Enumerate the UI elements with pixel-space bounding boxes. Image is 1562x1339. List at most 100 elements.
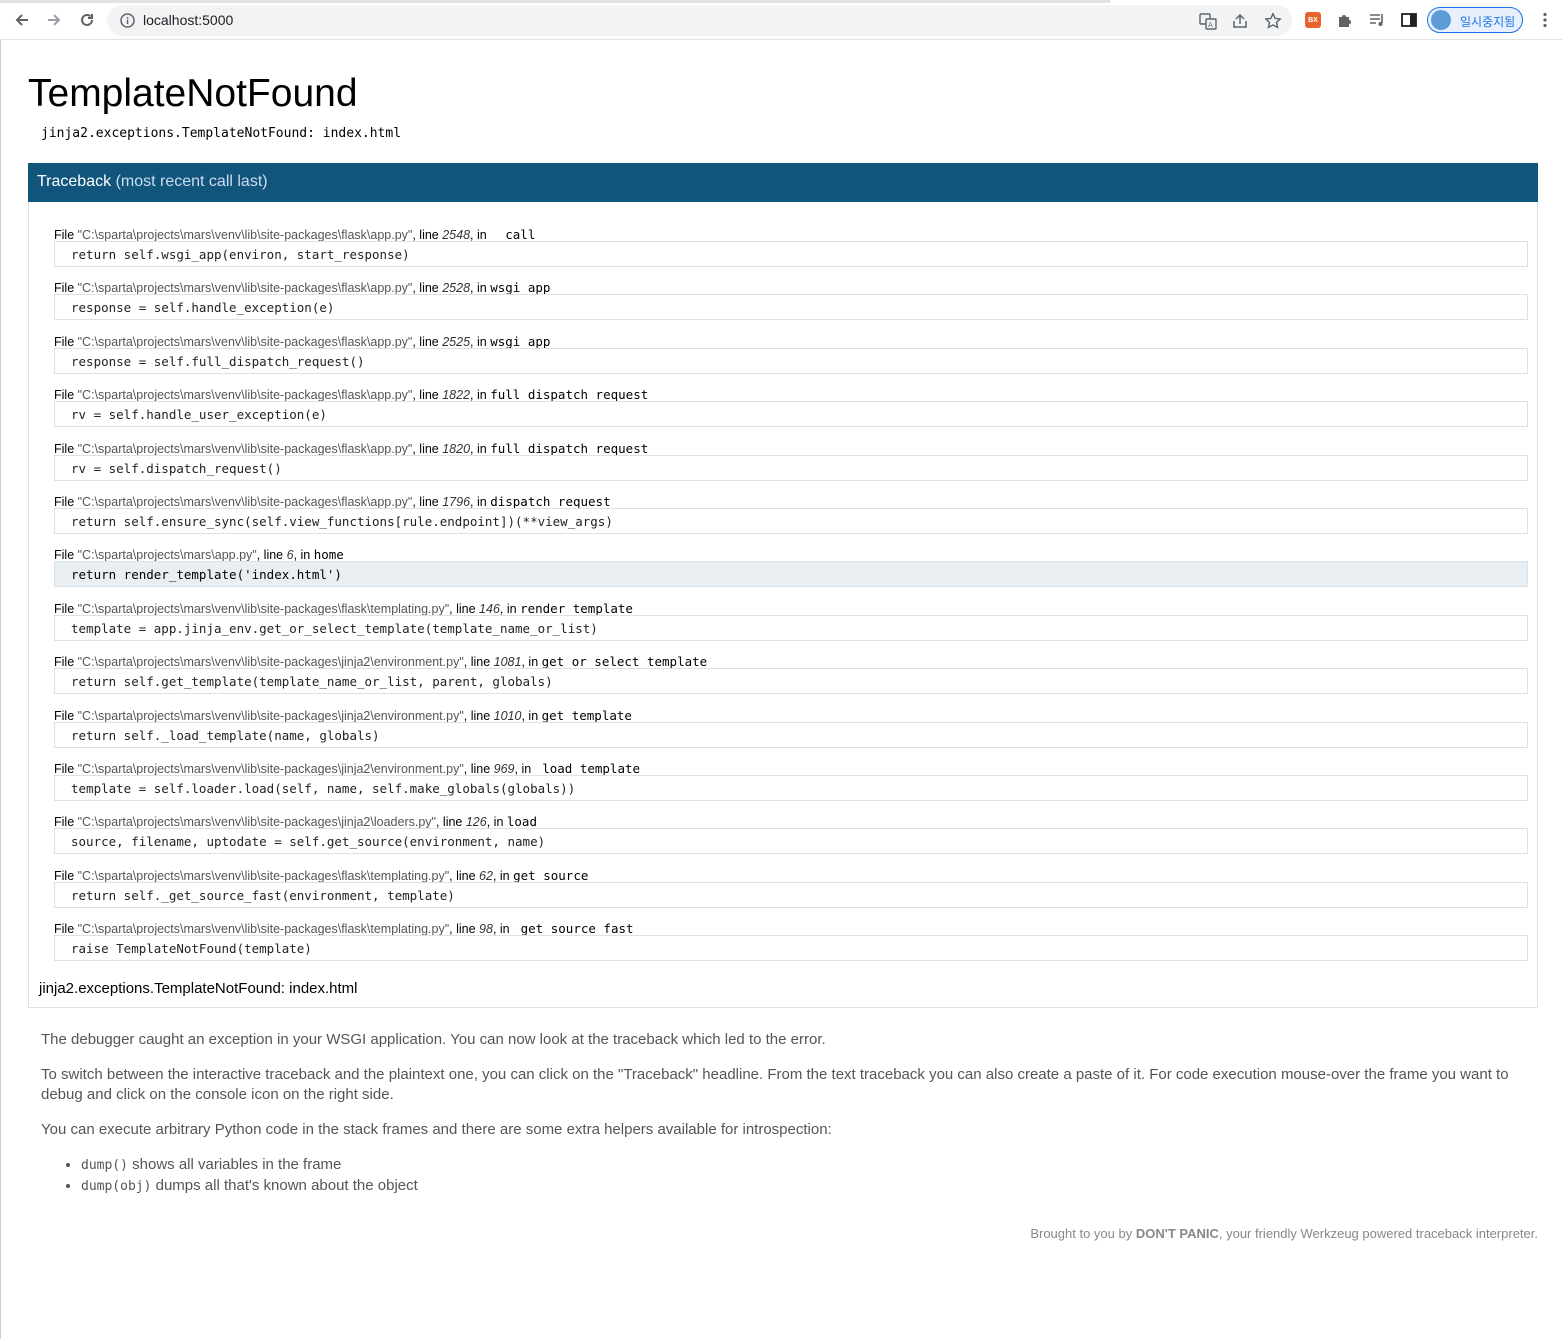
traceback-frames: jinja2.exceptions.TemplateNotFound: inde…: [28, 202, 1538, 1008]
window-border: [0, 40, 1, 1339]
frame-in-label: , in: [470, 388, 491, 402]
frame-function: full_dispatch_request: [490, 441, 649, 456]
url-text[interactable]: localhost:5000: [143, 12, 233, 28]
helper-list: dump() shows all variables in the frame …: [41, 1155, 1531, 1197]
tab-strip: [0, 0, 1110, 3]
frame-line-label: , line: [463, 709, 494, 723]
frame-location: File "C:\sparta\projects\mars\venv\lib\s…: [54, 387, 648, 402]
frame-source-line[interactable]: template = app.jinja_env.get_or_select_t…: [54, 615, 1528, 641]
frame-filename: "C:\sparta\projects\mars\venv\lib\site-p…: [77, 495, 413, 509]
frame-line-label: , line: [412, 442, 443, 456]
frame-file-label: File: [54, 869, 78, 883]
frame-source-line[interactable]: rv = self.dispatch_request(): [54, 455, 1528, 481]
svg-text:A: A: [1208, 21, 1213, 29]
side-panel-icon[interactable]: [1400, 11, 1418, 29]
frame-location: File "C:\sparta\projects\mars\venv\lib\s…: [54, 761, 640, 776]
frame-line-number: 6: [286, 548, 294, 562]
explanation: The debugger caught an exception in your…: [41, 1030, 1531, 1197]
frame-source-line[interactable]: return self.wsgi_app(environ, start_resp…: [54, 241, 1528, 267]
frame-source-line[interactable]: response = self.full_dispatch_request(): [54, 348, 1528, 374]
error-message: jinja2.exceptions.TemplateNotFound: inde…: [41, 126, 402, 141]
frame-source-line[interactable]: raise TemplateNotFound(template): [54, 935, 1528, 961]
frame-in-label: , in: [521, 709, 542, 723]
frame-filename: "C:\sparta\projects\mars\venv\lib\site-p…: [77, 655, 464, 669]
browser-toolbar: localhost:5000 A BX 일시중지됨: [0, 0, 1562, 40]
frame-file-label: File: [54, 228, 78, 242]
frame-filename: "C:\sparta\projects\mars\venv\lib\site-p…: [77, 335, 413, 349]
explanation-paragraph: To switch between the interactive traceb…: [41, 1066, 1509, 1103]
extensions-puzzle-icon[interactable]: [1336, 11, 1354, 29]
frame-source-line[interactable]: return self._load_template(name, globals…: [54, 722, 1528, 748]
frame-location: File "C:\sparta\projects\mars\app.py", l…: [54, 547, 344, 562]
frame-in-label: , in: [470, 335, 491, 349]
media-queue-icon[interactable]: [1368, 11, 1386, 29]
share-icon[interactable]: [1231, 12, 1249, 30]
frame-location: File "C:\sparta\projects\mars\venv\lib\s…: [54, 601, 633, 616]
frame-file-label: File: [54, 495, 78, 509]
frame-source-line[interactable]: return self._get_source_fast(environment…: [54, 882, 1528, 908]
site-info-icon[interactable]: [119, 12, 136, 29]
frame-function: get_template: [541, 708, 632, 723]
frame-function: _load_template: [534, 761, 641, 776]
exception-summary: jinja2.exceptions.TemplateNotFound: inde…: [39, 980, 358, 997]
bookmark-star-icon[interactable]: [1264, 12, 1282, 30]
frame-file-label: File: [54, 709, 78, 723]
frame-source-line[interactable]: template = self.loader.load(self, name, …: [54, 775, 1528, 801]
frame-line-number: 126: [465, 815, 487, 829]
frame-file-label: File: [54, 815, 78, 829]
helper-item: dump(obj) dumps all that's known about t…: [81, 1176, 1531, 1197]
reload-button[interactable]: [76, 9, 98, 31]
frame-location: File "C:\sparta\projects\mars\venv\lib\s…: [54, 494, 611, 509]
traceback-header[interactable]: Traceback (most recent call last): [28, 163, 1538, 202]
frame-file-label: File: [54, 281, 78, 295]
frame-location: File "C:\sparta\projects\mars\venv\lib\s…: [54, 814, 537, 829]
frame-location: File "C:\sparta\projects\mars\venv\lib\s…: [54, 868, 588, 883]
extension-icon[interactable]: BX: [1305, 12, 1321, 28]
frame-source-line[interactable]: return self.ensure_sync(self.view_functi…: [54, 508, 1528, 534]
frame-source-line[interactable]: return render_template('index.html'): [54, 561, 1528, 587]
frame-line-label: , line: [412, 335, 443, 349]
frame-source-line[interactable]: response = self.handle_exception(e): [54, 294, 1528, 320]
frame-source-line[interactable]: source, filename, uptodate = self.get_so…: [54, 828, 1528, 854]
frame-line-label: , line: [412, 228, 443, 242]
frame-line-label: , line: [435, 815, 466, 829]
frame-file-label: File: [54, 548, 78, 562]
frame-file-label: File: [54, 602, 78, 616]
reload-icon: [81, 13, 93, 26]
forward-arrow-icon: [48, 14, 61, 26]
frame-line-label: , line: [463, 655, 494, 669]
frame-line-number: 1820: [442, 442, 471, 456]
frame-line-label: , line: [412, 281, 443, 295]
page-footer: Brought to you by DON'T PANIC, your frie…: [1030, 1226, 1538, 1241]
forward-button[interactable]: [43, 9, 65, 31]
frame-in-label: , in: [470, 442, 491, 456]
frame-location: File "C:\sparta\projects\mars\venv\lib\s…: [54, 280, 550, 295]
footer-brand: DON'T PANIC: [1135, 1226, 1219, 1241]
page-title: TemplateNotFound: [28, 72, 358, 115]
frame-filename: "C:\sparta\projects\mars\venv\lib\site-p…: [77, 281, 413, 295]
frame-in-label: , in: [470, 281, 491, 295]
address-bar[interactable]: localhost:5000 A: [107, 5, 1292, 36]
frame-line-number: 1822: [442, 388, 471, 402]
frame-filename: "C:\sparta\projects\mars\venv\lib\site-p…: [77, 709, 464, 723]
frame-filename: "C:\sparta\projects\mars\venv\lib\site-p…: [77, 442, 413, 456]
profile-button[interactable]: 일시중지됨: [1427, 7, 1523, 33]
profile-status-label: 일시중지됨: [1460, 15, 1516, 29]
frame-source-line[interactable]: return self.get_template(template_name_o…: [54, 668, 1528, 694]
frame-function: dispatch_request: [490, 494, 611, 509]
frame-function: home: [313, 547, 344, 562]
helper-text: shows all variables in the frame: [127, 1156, 342, 1173]
helper-code: dump(): [81, 1158, 128, 1173]
back-button[interactable]: [11, 9, 33, 31]
frame-location: File "C:\sparta\projects\mars\venv\lib\s…: [54, 654, 707, 669]
more-menu-icon[interactable]: [1536, 11, 1554, 29]
traceback-header-title[interactable]: Traceback: [37, 173, 111, 190]
frame-function: render_template: [520, 601, 633, 616]
frame-source-line[interactable]: rv = self.handle_user_exception(e): [54, 401, 1528, 427]
helper-item: dump() shows all variables in the frame: [81, 1155, 1531, 1176]
frame-function: get_source: [513, 868, 589, 883]
frame-filename: "C:\sparta\projects\mars\venv\lib\site-p…: [77, 869, 450, 883]
frame-file-label: File: [54, 388, 78, 402]
helper-text: dumps all that's known about the object: [151, 1177, 418, 1194]
translate-icon[interactable]: A: [1199, 12, 1217, 30]
